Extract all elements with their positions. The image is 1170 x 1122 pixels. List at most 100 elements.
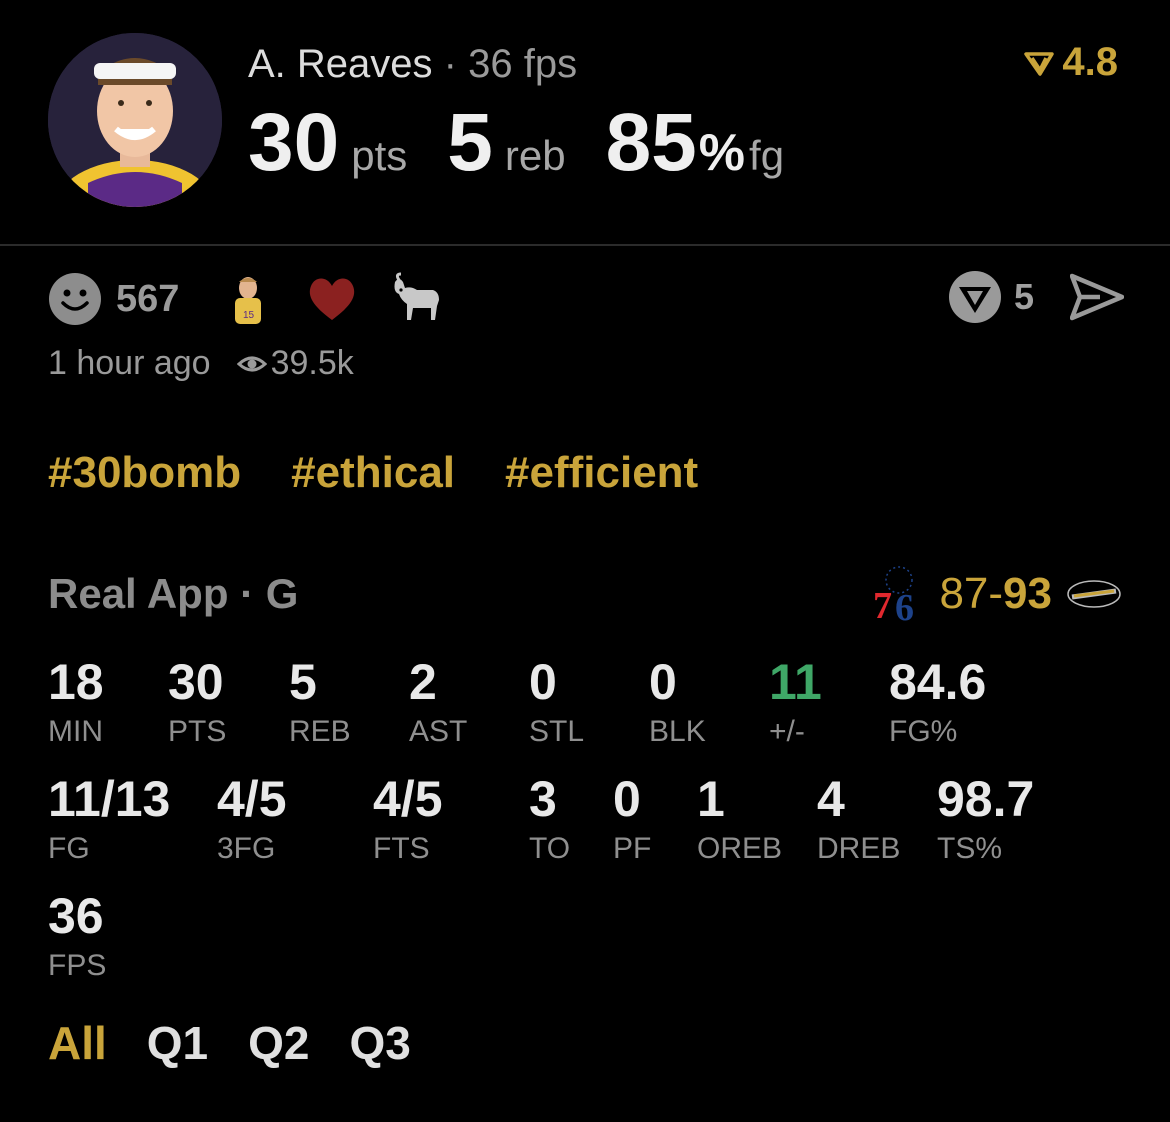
stat-value: 36 [48, 888, 104, 944]
header-divider [0, 244, 1170, 246]
stat-label: PF [613, 832, 652, 865]
stat-ts-pct: 98.7 TS% [937, 771, 1034, 867]
stat-label: REB [289, 715, 351, 748]
stat-label: 3FG [217, 832, 276, 865]
stat-fps: 36 FPS [48, 888, 106, 984]
stat-label: OREB [697, 832, 783, 865]
away-score: 87 [939, 569, 989, 618]
vote-icon[interactable] [948, 270, 1002, 324]
stat-pf: 0 PF [613, 771, 651, 867]
eye-icon [236, 356, 267, 371]
score-dash: - [988, 569, 1004, 618]
headline-fg-unit: fg [749, 132, 785, 179]
stat-fts: 4/5 FTS [373, 771, 443, 867]
stat-ast: 2 AST [409, 654, 467, 750]
stat-stl: 0 STL [529, 654, 584, 750]
stat-pts: 30 PTS [168, 654, 226, 750]
sixers-logo-icon: 7 6 [873, 566, 914, 622]
hashtag-list: #30bomb #ethical #efficient [48, 448, 698, 498]
post-meta: 1 hour ago 39.5k [48, 344, 354, 383]
smiley-icon[interactable] [48, 272, 102, 326]
timestamp: 1 hour ago [48, 344, 211, 382]
stat-fg: 11/13 FG [48, 771, 170, 867]
stat-label: AST [409, 715, 468, 748]
stat-dreb: 4 DREB [817, 771, 900, 867]
rating-badge[interactable]: 4.8 [1024, 40, 1118, 85]
stat-blk: 0 BLK [649, 654, 706, 750]
game-score[interactable]: 7 6 87 - 93 [873, 566, 1122, 622]
stat-label: DREB [817, 832, 901, 865]
hashtag[interactable]: #ethical [291, 448, 455, 498]
stat-value: 1 [697, 771, 725, 827]
quarter-tabs: All Q1 Q2 Q3 [48, 1016, 411, 1070]
game-summary: Real App · G 7 6 87 - 93 [48, 566, 1122, 626]
stat-label: MIN [48, 715, 103, 748]
stat-label: STL [529, 715, 585, 748]
player-name[interactable]: A. Reaves [248, 42, 433, 86]
headline-reb-unit: reb [504, 132, 566, 179]
reaction-count[interactable]: 567 [116, 278, 179, 321]
tab-q1[interactable]: Q1 [147, 1016, 208, 1070]
send-icon[interactable] [1070, 270, 1124, 324]
svg-text:7: 7 [873, 585, 892, 622]
tab-q3[interactable]: Q3 [350, 1016, 411, 1070]
title-separator: · [443, 42, 457, 86]
league-position: Real App · G [48, 570, 299, 617]
tab-all[interactable]: All [48, 1016, 107, 1070]
stat-plus-minus: 11 +/- [769, 654, 822, 750]
stat-value: 11/13 [48, 771, 171, 827]
post-actions: 5 [948, 270, 1124, 324]
stat-value: 98.7 [937, 771, 1035, 827]
stat-value: 18 [48, 654, 104, 710]
stat-value: 5 [289, 654, 317, 710]
stat-value: 0 [613, 771, 641, 827]
hashtag[interactable]: #efficient [505, 448, 698, 498]
player-sticker-icon[interactable]: 15 [221, 272, 275, 326]
stat-fg-pct: 84.6 FG% [889, 654, 986, 750]
stat-value: 30 [168, 654, 224, 710]
heart-icon[interactable] [305, 272, 359, 326]
stat-label: +/- [769, 715, 805, 748]
headline-reb-value: 5 [447, 97, 493, 188]
player-avatar[interactable] [48, 33, 222, 207]
headline-pts-value: 30 [248, 97, 340, 188]
player-fps: 36 fps [468, 42, 578, 86]
stat-label: FG [48, 832, 90, 865]
reactions-bar: 567 15 [48, 272, 473, 326]
stat-value: 4/5 [217, 771, 287, 827]
stat-value: 4 [817, 771, 845, 827]
headline-pts-unit: pts [351, 132, 408, 179]
stat-value: 0 [529, 654, 557, 710]
vote-count[interactable]: 5 [1014, 276, 1034, 318]
stat-value: 11 [769, 654, 822, 710]
stat-value: 84.6 [889, 654, 987, 710]
lakers-logo-icon [1067, 580, 1121, 608]
headline-stats: 30 pts 5 reb 85 % fg [248, 98, 784, 188]
stat-value: 2 [409, 654, 437, 710]
goat-icon[interactable] [389, 272, 443, 326]
svg-text:6: 6 [895, 587, 914, 622]
stat-label: BLK [649, 715, 706, 748]
home-score: 93 [1003, 569, 1052, 618]
rating-value: 4.8 [1062, 40, 1118, 84]
stat-3fg: 4/5 3FG [217, 771, 287, 867]
stat-label: TO [529, 832, 571, 865]
player-title[interactable]: A. Reaves · 36 fps [248, 40, 577, 88]
stat-label: FG% [889, 715, 958, 748]
stat-min: 18 MIN [48, 654, 104, 750]
stat-label: FTS [373, 832, 430, 865]
stat-label: PTS [168, 715, 227, 748]
tab-q2[interactable]: Q2 [248, 1016, 309, 1070]
headline-fg-pct: % [698, 124, 746, 182]
headline-fg-value: 85 [605, 97, 697, 188]
stat-value: 4/5 [373, 771, 443, 827]
hashtag[interactable]: #30bomb [48, 448, 241, 498]
stat-to: 3 TO [529, 771, 570, 867]
stat-oreb: 1 OREB [697, 771, 782, 867]
rating-icon [1024, 51, 1055, 76]
svg-text:15: 15 [243, 310, 255, 321]
stat-label: TS% [937, 832, 1003, 865]
stat-value: 3 [529, 771, 557, 827]
stat-value: 0 [649, 654, 677, 710]
view-count: 39.5k [270, 344, 354, 382]
